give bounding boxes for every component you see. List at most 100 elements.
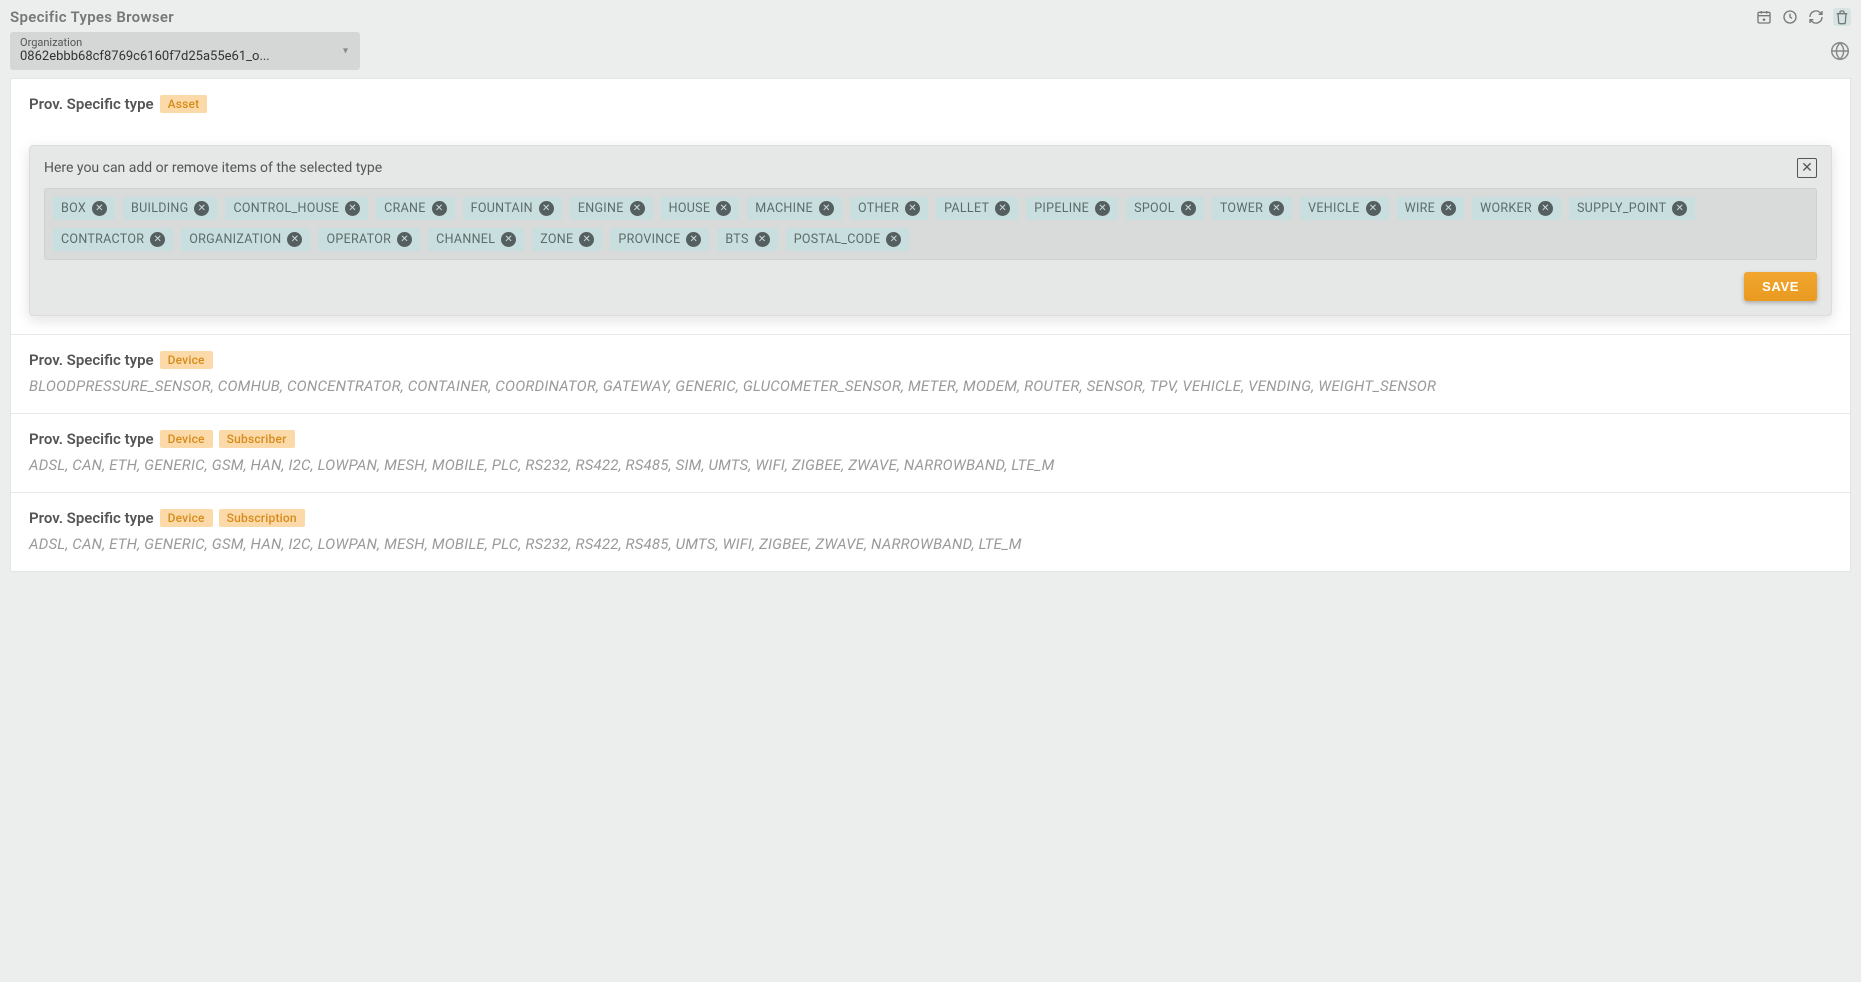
remove-chip-icon[interactable]: ✕ — [755, 232, 770, 247]
chip-label: OPERATOR — [326, 232, 391, 247]
save-row: SAVE — [44, 272, 1817, 301]
clock-icon[interactable] — [1781, 8, 1799, 26]
remove-chip-icon[interactable]: ✕ — [686, 232, 701, 247]
type-badge: Subscription — [219, 509, 305, 527]
remove-chip-icon[interactable]: ✕ — [150, 232, 165, 247]
chip: VEHICLE ✕ — [1300, 197, 1388, 220]
remove-chip-icon[interactable]: ✕ — [1095, 201, 1110, 216]
editor-hint: Here you can add or remove items of the … — [44, 160, 382, 176]
remove-chip-icon[interactable]: ✕ — [432, 201, 447, 216]
chip: CHANNEL ✕ — [428, 228, 524, 251]
remove-chip-icon[interactable]: ✕ — [1538, 201, 1553, 216]
chip: PALLET✕ — [936, 197, 1018, 220]
section-header[interactable]: Prov. Specific type Device — [29, 351, 1832, 369]
chip-label: CONTRACTOR — [61, 232, 144, 247]
type-badge: Subscriber — [219, 430, 295, 448]
items-list: ADSL, CAN, ETH, GENERIC, GSM, HAN, I2C, … — [29, 535, 1832, 553]
editor-panel: Here you can add or remove items of the … — [29, 145, 1832, 316]
remove-chip-icon[interactable]: ✕ — [1181, 201, 1196, 216]
remove-chip-icon[interactable]: ✕ — [194, 201, 209, 216]
organization-value: 0862ebbb68cf8769c6160f7d25a55e61_o... — [20, 49, 320, 64]
remove-chip-icon[interactable]: ✕ — [501, 232, 516, 247]
chip: WORKER ✕ — [1472, 197, 1561, 220]
remove-chip-icon[interactable]: ✕ — [886, 232, 901, 247]
type-section: Prov. Specific typeAsset Here you can add… — [11, 79, 1850, 335]
remove-chip-icon[interactable]: ✕ — [1366, 201, 1381, 216]
chip-label: TOWER — [1220, 201, 1263, 216]
chip: BUILDING ✕ — [123, 197, 217, 220]
chip: PIPELINE ✕ — [1026, 197, 1118, 220]
remove-chip-icon[interactable]: ✕ — [1269, 201, 1284, 216]
remove-chip-icon[interactable]: ✕ — [1441, 201, 1456, 216]
chip-label: OTHER — [858, 201, 899, 216]
refresh-icon[interactable] — [1807, 8, 1825, 26]
chip: SUPPLY_POINT ✕ — [1569, 197, 1695, 220]
chip-label: HOUSE — [669, 201, 711, 216]
section-header[interactable]: Prov. Specific typeAsset — [29, 95, 1832, 113]
remove-chip-icon[interactable]: ✕ — [345, 201, 360, 216]
type-badge: Device — [160, 509, 213, 527]
chip: MACHINE✕ — [747, 197, 842, 220]
save-button[interactable]: SAVE — [1744, 272, 1817, 301]
chip-label: BUILDING — [131, 201, 188, 216]
chips-area[interactable]: BOX✕BUILDING✕CONTROL_HOUSE✕CRANE✕FOUNTAI… — [44, 188, 1817, 260]
chip: BTS ✕ — [717, 228, 777, 251]
remove-chip-icon[interactable]: ✕ — [92, 201, 107, 216]
chip-label: ENGINE — [578, 201, 624, 216]
section-title: Prov. Specific type — [29, 351, 154, 369]
editor-hint-row: Here you can add or remove items of the … — [44, 158, 1817, 188]
main-content: Prov. Specific typeAssetHere you can add… — [10, 78, 1851, 572]
chip-label: SPOOL — [1134, 201, 1175, 216]
remove-chip-icon[interactable]: ✕ — [579, 232, 594, 247]
chip: SPOOL ✕ — [1126, 197, 1204, 220]
section-header[interactable]: Prov. Specific type Device Subscription — [29, 509, 1832, 527]
chip: WIRE ✕ — [1397, 197, 1465, 220]
chip-label: BOX — [61, 201, 86, 216]
items-list: ADSL, CAN, ETH, GENERIC, GSM, HAN, I2C, … — [29, 456, 1832, 474]
chip-label: PIPELINE — [1034, 201, 1089, 216]
type-badge: Device — [160, 430, 213, 448]
chip-label: ORGANIZATION — [189, 232, 281, 247]
remove-chip-icon[interactable]: ✕ — [905, 201, 920, 216]
organization-selector[interactable]: Organization 0862ebbb68cf8769c6160f7d25a… — [10, 32, 360, 70]
remove-chip-icon[interactable]: ✕ — [630, 201, 645, 216]
chip: OTHER ✕ — [850, 197, 928, 220]
organization-label: Organization — [20, 36, 350, 49]
type-badge: Device — [160, 351, 213, 369]
type-badge: Asset — [160, 95, 208, 113]
items-list: BLOODPRESSURE_SENSOR, COMHUB, CONCENTRAT… — [29, 377, 1832, 395]
chip-label: CHANNEL — [436, 232, 495, 247]
remove-chip-icon[interactable]: ✕ — [397, 232, 412, 247]
type-section: Prov. Specific type Device BLOODPRESSURE_S… — [11, 335, 1850, 414]
section-header[interactable]: Prov. Specific type Device Subscriber — [29, 430, 1832, 448]
chip-label: SUPPLY_POINT — [1577, 201, 1666, 216]
chip-label: WIRE — [1405, 201, 1436, 216]
chip: HOUSE ✕ — [661, 197, 740, 220]
chip: ENGINE ✕ — [570, 197, 653, 220]
chip-label: PROVINCE — [618, 232, 680, 247]
trash-icon[interactable] — [1833, 8, 1851, 26]
header-icons — [1755, 8, 1851, 26]
remove-chip-icon[interactable]: ✕ — [539, 201, 554, 216]
section-title: Prov. Specific type — [29, 509, 154, 527]
remove-chip-icon[interactable]: ✕ — [287, 232, 302, 247]
chip: OPERATOR ✕ — [318, 228, 420, 251]
remove-chip-icon[interactable]: ✕ — [716, 201, 731, 216]
section-title: Prov. Specific type — [29, 430, 154, 448]
chip-label: BTS — [725, 232, 748, 247]
calendar-add-icon[interactable] — [1755, 8, 1773, 26]
chip-label: WORKER — [1480, 201, 1532, 216]
chip-label: CRANE — [384, 201, 426, 216]
page-title: Specific Types Browser — [10, 8, 174, 26]
close-icon[interactable]: ✕ — [1797, 158, 1817, 178]
chip: PROVINCE ✕ — [610, 228, 709, 251]
globe-icon[interactable] — [1829, 40, 1851, 62]
chip: CONTROL_HOUSE ✕ — [225, 197, 368, 220]
chip-label: VEHICLE — [1308, 201, 1359, 216]
remove-chip-icon[interactable]: ✕ — [995, 201, 1010, 216]
chip-label: CONTROL_HOUSE — [233, 201, 339, 216]
remove-chip-icon[interactable]: ✕ — [1672, 201, 1687, 216]
chip: CONTRACTOR ✕ — [53, 228, 173, 251]
chip: FOUNTAIN✕ — [463, 197, 562, 220]
remove-chip-icon[interactable]: ✕ — [819, 201, 834, 216]
